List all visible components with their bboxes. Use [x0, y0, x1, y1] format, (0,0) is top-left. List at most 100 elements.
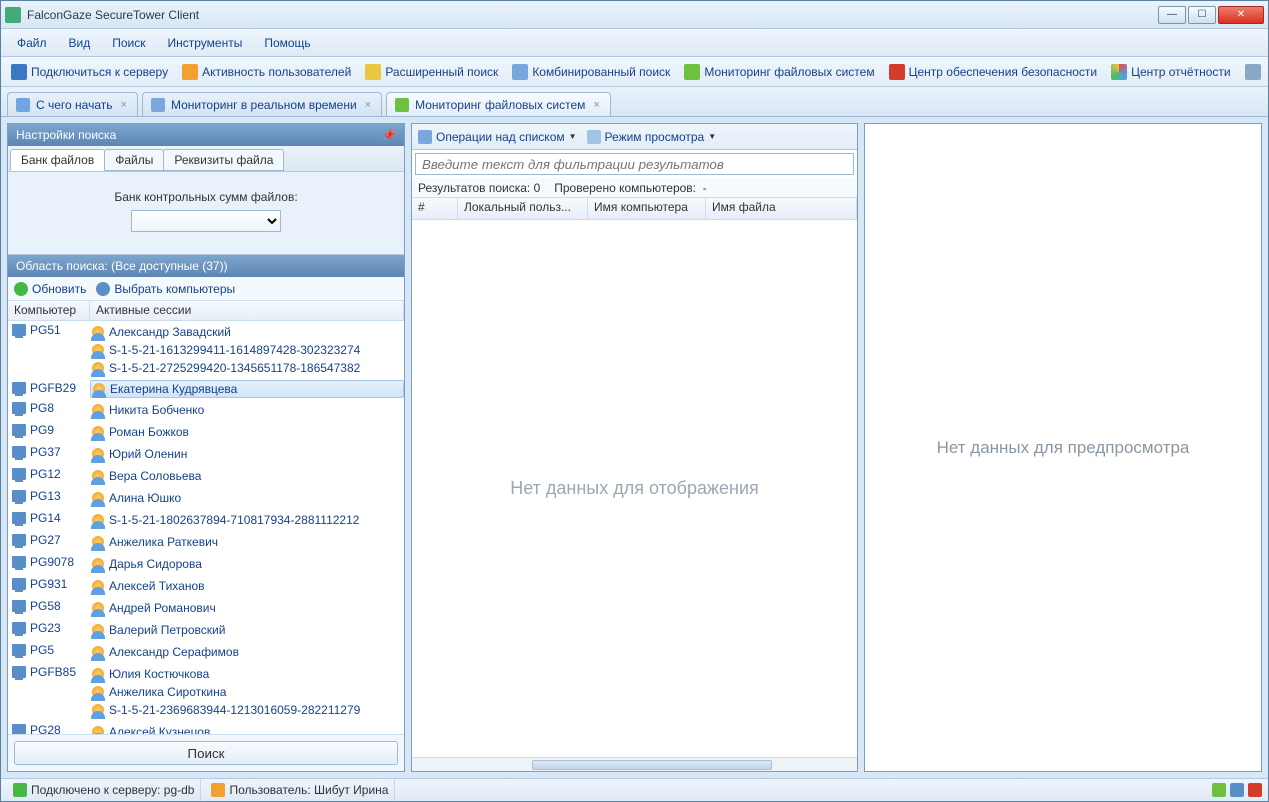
table-row[interactable]: PG13Алина Юшко — [8, 487, 404, 509]
col-sessions[interactable]: Активные сессии — [90, 301, 404, 320]
shield-icon — [889, 64, 905, 80]
subtab-files[interactable]: Файлы — [104, 149, 164, 171]
subtab-bank[interactable]: Банк файлов — [10, 149, 105, 171]
session-item[interactable]: Юлия Костючкова — [90, 665, 404, 683]
session-item[interactable]: S-1-5-21-1802637894-710817934-2881112212 — [90, 511, 404, 529]
computer-cell[interactable]: PG58 — [8, 597, 90, 615]
minimize-button[interactable]: — — [1158, 6, 1186, 24]
scrollbar-thumb[interactable] — [532, 760, 772, 770]
table-row[interactable]: PG28Алексей Кузнецов — [8, 721, 404, 734]
table-row[interactable]: PG5Александр Серафимов — [8, 641, 404, 663]
tab-fsmon[interactable]: Мониторинг файловых систем × — [386, 92, 611, 116]
filter-input[interactable] — [415, 153, 854, 175]
col-computer[interactable]: Компьютер — [8, 301, 90, 320]
col-file-name[interactable]: Имя файла — [706, 198, 857, 219]
computer-cell[interactable]: PG931 — [8, 575, 90, 593]
session-item[interactable]: S-1-5-21-1613299411-1614897428-302323274 — [90, 341, 404, 359]
session-item[interactable]: Валерий Петровский — [90, 621, 404, 639]
toolbar-combined-search[interactable]: Комбинированный поиск — [506, 61, 676, 83]
table-row[interactable]: PG27Анжелика Раткевич — [8, 531, 404, 553]
table-row[interactable]: PG8Никита Бобченко — [8, 399, 404, 421]
menu-file[interactable]: Файл — [7, 32, 57, 54]
session-item[interactable]: Дарья Сидорова — [90, 555, 404, 573]
search-button[interactable]: Поиск — [14, 741, 398, 765]
session-item[interactable]: Юрий Оленин — [90, 445, 404, 463]
toolbar-reports[interactable]: Центр отчётности — [1105, 61, 1237, 83]
select-computers-button[interactable]: Выбрать компьютеры — [96, 282, 235, 296]
computer-cell[interactable]: PG8 — [8, 399, 90, 417]
menu-view[interactable]: Вид — [59, 32, 101, 54]
toolbar-advanced-search[interactable]: Расширенный поиск — [359, 61, 504, 83]
table-row[interactable]: PG14S-1-5-21-1802637894-710817934-288111… — [8, 509, 404, 531]
table-row[interactable]: PG51Александр ЗавадскийS-1-5-21-16132994… — [8, 321, 404, 379]
session-item[interactable]: Андрей Романович — [90, 599, 404, 617]
session-item[interactable]: Алина Юшко — [90, 489, 404, 507]
session-item[interactable]: Алексей Кузнецов — [90, 723, 404, 734]
session-item[interactable]: Алексей Тиханов — [90, 577, 404, 595]
tab-start[interactable]: С чего начать × — [7, 92, 138, 116]
table-row[interactable]: PG12Вера Соловьева — [8, 465, 404, 487]
session-item[interactable]: Екатерина Кудрявцева — [90, 380, 404, 398]
close-icon[interactable]: × — [119, 99, 129, 111]
session-item[interactable]: Вера Соловьева — [90, 467, 404, 485]
menu-tools[interactable]: Инструменты — [158, 32, 253, 54]
horizontal-scrollbar[interactable] — [412, 757, 857, 771]
close-icon[interactable]: × — [363, 99, 373, 111]
toolbar-connect[interactable]: Подключиться к серверу — [5, 61, 174, 83]
session-item[interactable]: Анжелика Сироткина — [90, 683, 404, 701]
session-item[interactable]: S-1-5-21-2725299420-1345651178-186547382 — [90, 359, 404, 377]
computers-grid-header: Компьютер Активные сессии — [8, 301, 404, 321]
computer-cell[interactable]: PG23 — [8, 619, 90, 637]
close-button[interactable]: ✕ — [1218, 6, 1264, 24]
status-icon-2[interactable] — [1230, 783, 1244, 797]
col-local-user[interactable]: Локальный польз... — [458, 198, 588, 219]
table-row[interactable]: PG9Роман Божков — [8, 421, 404, 443]
computer-cell[interactable]: PGFB85 — [8, 663, 90, 681]
table-row[interactable]: PG58Андрей Романович — [8, 597, 404, 619]
computer-cell[interactable]: PG28 — [8, 721, 90, 734]
toolbar-activity[interactable]: Активность пользователей — [176, 61, 357, 83]
bank-select[interactable] — [131, 210, 281, 232]
computer-cell[interactable]: PG14 — [8, 509, 90, 527]
session-item[interactable]: Александр Завадский — [90, 323, 404, 341]
computer-cell[interactable]: PG37 — [8, 443, 90, 461]
computer-cell[interactable]: PG51 — [8, 321, 90, 339]
session-item[interactable]: Роман Божков — [90, 423, 404, 441]
menu-help[interactable]: Помощь — [254, 32, 320, 54]
computer-cell[interactable]: PG13 — [8, 487, 90, 505]
table-row[interactable]: PG37Юрий Оленин — [8, 443, 404, 465]
toolbar-overflow[interactable] — [1239, 61, 1267, 83]
computer-cell[interactable]: PG9 — [8, 421, 90, 439]
computer-cell[interactable]: PG27 — [8, 531, 90, 549]
toolbar-security-center[interactable]: Центр обеспечения безопасности — [883, 61, 1104, 83]
view-mode-button[interactable]: Режим просмотра ▼ — [587, 130, 717, 144]
toolbar-fs-monitor[interactable]: Мониторинг файловых систем — [678, 61, 880, 83]
table-row[interactable]: PGFB29Екатерина Кудрявцева — [8, 379, 404, 399]
computer-cell[interactable]: PGFB29 — [8, 379, 90, 397]
tab-realtime[interactable]: Мониторинг в реальном времени × — [142, 92, 382, 116]
subtab-props[interactable]: Реквизиты файла — [163, 149, 284, 171]
refresh-button[interactable]: Обновить — [14, 282, 86, 296]
col-computer-name[interactable]: Имя компьютера — [588, 198, 706, 219]
computer-cell[interactable]: PG12 — [8, 465, 90, 483]
session-item[interactable]: S-1-5-21-2369683944-1213016059-282211279 — [90, 701, 404, 719]
computers-grid-body[interactable]: PG51Александр ЗавадскийS-1-5-21-16132994… — [8, 321, 404, 734]
close-icon[interactable]: × — [591, 99, 601, 111]
computer-cell[interactable]: PG9078 — [8, 553, 90, 571]
col-number[interactable]: # — [412, 198, 458, 219]
computer-cell[interactable]: PG5 — [8, 641, 90, 659]
session-item[interactable]: Никита Бобченко — [90, 401, 404, 419]
table-row[interactable]: PG9078Дарья Сидорова — [8, 553, 404, 575]
status-icon-1[interactable] — [1212, 783, 1226, 797]
session-item[interactable]: Анжелика Раткевич — [90, 533, 404, 551]
sessions-cell: Андрей Романович — [90, 597, 404, 619]
table-row[interactable]: PG23Валерий Петровский — [8, 619, 404, 641]
table-row[interactable]: PG931Алексей Тиханов — [8, 575, 404, 597]
menu-search[interactable]: Поиск — [102, 32, 155, 54]
maximize-button[interactable]: ☐ — [1188, 6, 1216, 24]
list-operations-button[interactable]: Операции над списком ▼ — [418, 130, 577, 144]
status-icon-3[interactable] — [1248, 783, 1262, 797]
session-item[interactable]: Александр Серафимов — [90, 643, 404, 661]
table-row[interactable]: PGFB85Юлия КостючковаАнжелика СироткинаS… — [8, 663, 404, 721]
pin-icon[interactable]: 📌 — [382, 129, 396, 142]
